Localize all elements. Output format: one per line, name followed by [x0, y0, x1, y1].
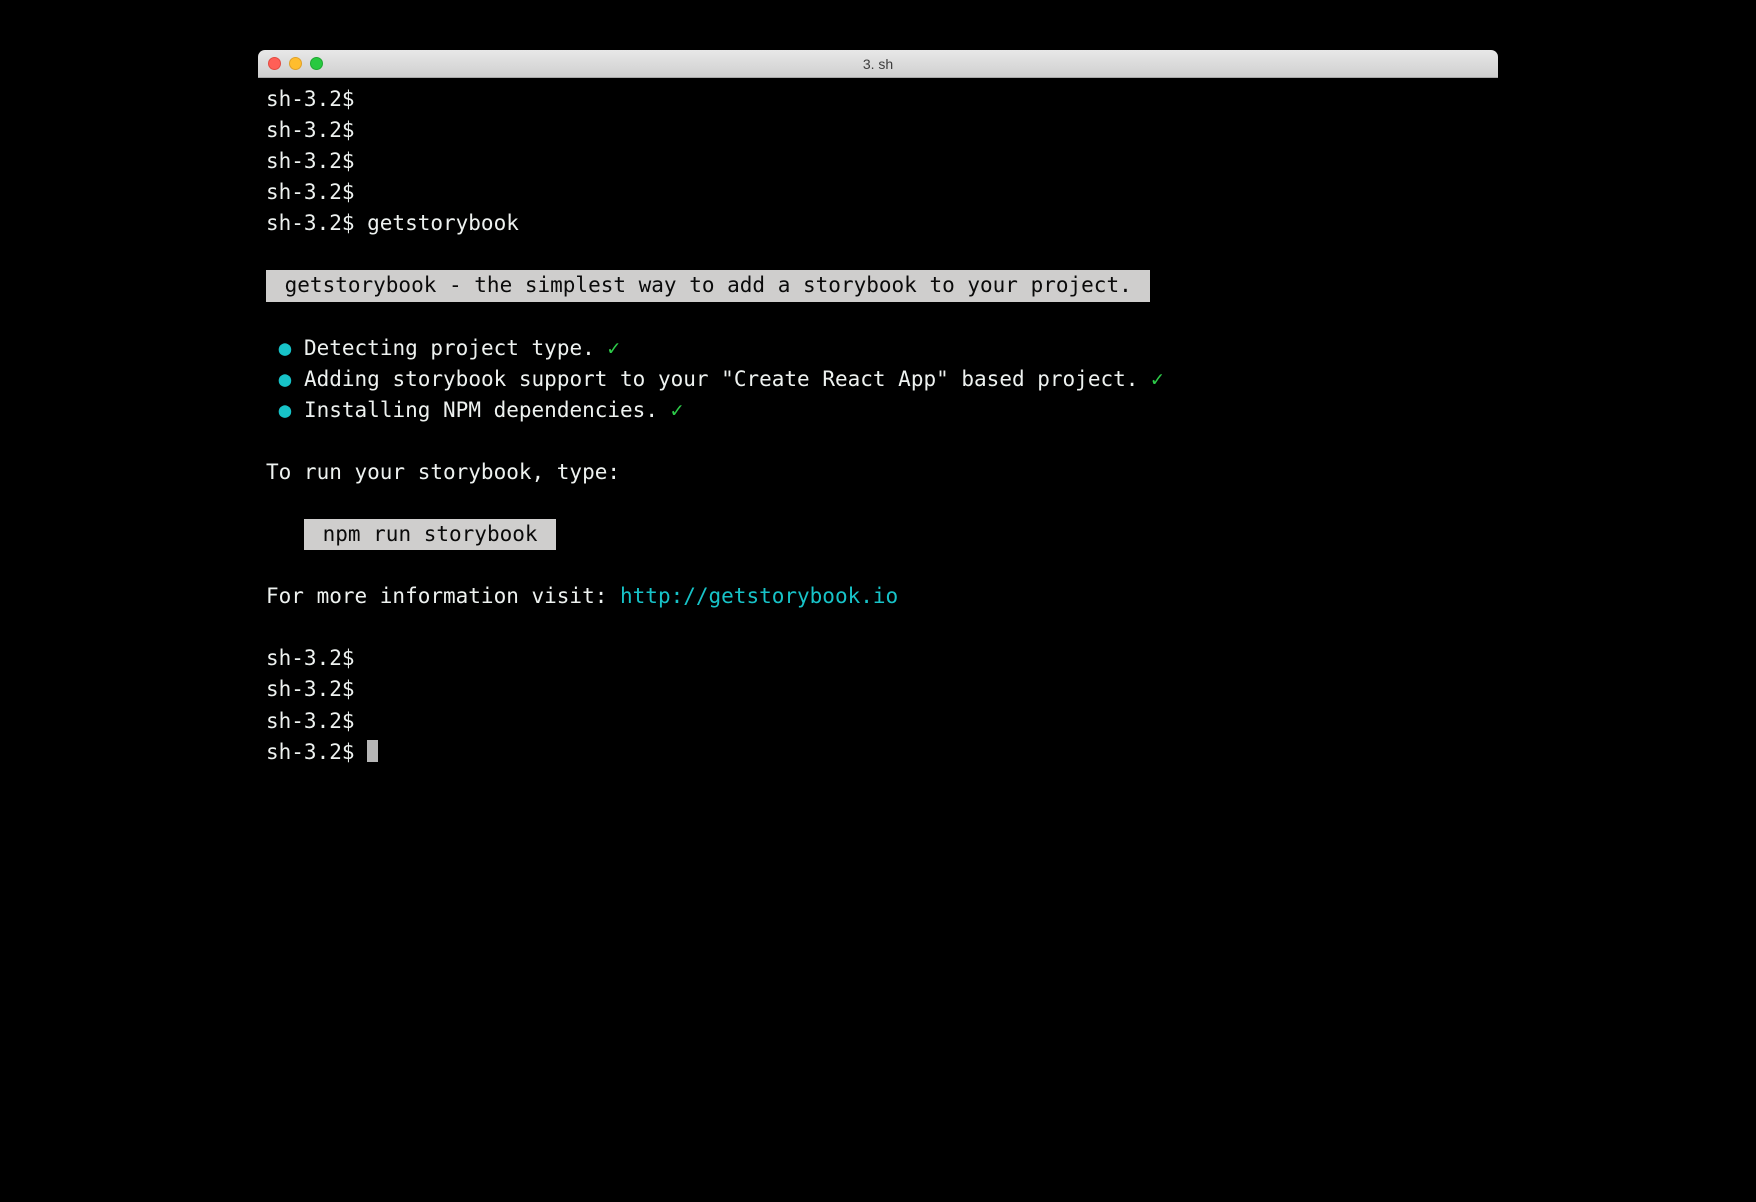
- terminal-line: sh-3.2$: [266, 674, 1490, 705]
- cursor: [367, 740, 378, 762]
- terminal-line: [266, 488, 1490, 519]
- terminal-line: [266, 612, 1490, 643]
- info-url[interactable]: http://getstorybook.io: [620, 584, 898, 608]
- terminal-line: sh-3.2$: [266, 146, 1490, 177]
- terminal-window: 3. sh sh-3.2$sh-3.2$sh-3.2$sh-3.2$sh-3.2…: [258, 50, 1498, 878]
- zoom-icon[interactable]: [310, 57, 323, 70]
- bullet-icon: ●: [279, 367, 292, 391]
- close-icon[interactable]: [268, 57, 281, 70]
- bullet-icon: ●: [279, 398, 292, 422]
- terminal-line: sh-3.2$: [266, 115, 1490, 146]
- run-command: npm run storybook: [304, 519, 556, 550]
- terminal-line: [266, 426, 1490, 457]
- titlebar[interactable]: 3. sh: [258, 50, 1498, 78]
- terminal-line: sh-3.2$ getstorybook: [266, 208, 1490, 239]
- check-icon: ✓: [1151, 367, 1164, 391]
- minimize-icon[interactable]: [289, 57, 302, 70]
- bullet-icon: ●: [279, 336, 292, 360]
- terminal-line: getstorybook - the simplest way to add a…: [266, 270, 1490, 301]
- terminal-line: [266, 550, 1490, 581]
- terminal-line: To run your storybook, type:: [266, 457, 1490, 488]
- terminal-line: For more information visit: http://getst…: [266, 581, 1490, 612]
- terminal-line: ● Detecting project type. ✓: [266, 333, 1490, 364]
- terminal-line: npm run storybook: [266, 519, 1490, 550]
- terminal-line: [266, 239, 1490, 270]
- terminal-line: ● Installing NPM dependencies. ✓: [266, 395, 1490, 426]
- banner: getstorybook - the simplest way to add a…: [266, 270, 1150, 301]
- terminal-line: sh-3.2$: [266, 84, 1490, 115]
- terminal-body[interactable]: sh-3.2$sh-3.2$sh-3.2$sh-3.2$sh-3.2$ gets…: [258, 78, 1498, 878]
- traffic-lights: [258, 57, 323, 70]
- terminal-line: sh-3.2$: [266, 643, 1490, 674]
- terminal-line: sh-3.2$: [266, 706, 1490, 737]
- check-icon: ✓: [607, 336, 620, 360]
- terminal-line: sh-3.2$: [266, 177, 1490, 208]
- terminal-line: [266, 302, 1490, 333]
- terminal-line: ● Adding storybook support to your "Crea…: [266, 364, 1490, 395]
- check-icon: ✓: [671, 398, 684, 422]
- window-title: 3. sh: [258, 56, 1498, 72]
- terminal-line: sh-3.2$: [266, 737, 1490, 768]
